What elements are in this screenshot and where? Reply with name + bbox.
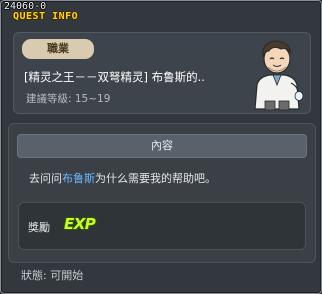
quest-name: [精灵之王－－双弩精灵] 布鲁斯的..: [24, 70, 205, 84]
window-title: QUEST INFO: [13, 11, 79, 22]
job-badge: 職業: [22, 39, 94, 59]
content-section-title: 內容: [17, 134, 307, 158]
reward-box: 獎勵 EXP: [18, 202, 306, 250]
quest-info-window: 24060-0 QUEST INFO 職業 [精灵之王－－双弩精灵] 布鲁斯的.…: [0, 0, 322, 294]
content-panel: 內容 去问问布鲁斯为什么需要我的帮助吧。 獎勵 EXP: [8, 123, 316, 263]
npc-name-link[interactable]: 布鲁斯: [62, 172, 95, 185]
reward-label: 獎勵: [28, 221, 50, 234]
quest-description: 去问问布鲁斯为什么需要我的帮助吧。: [29, 170, 216, 186]
recommended-level: 建議等級: 15~19: [26, 93, 111, 105]
exp-reward-icon[interactable]: EXP: [64, 215, 96, 233]
description-suffix: 为什么需要我的帮助吧。: [95, 172, 216, 185]
quest-header-panel: 職業 [精灵之王－－双弩精灵] 布鲁斯的.. 建議等級: 15~19: [13, 32, 311, 114]
quest-status: 狀態: 可開始: [21, 269, 84, 282]
description-prefix: 去问问: [29, 172, 62, 185]
npc-portrait-icon: [254, 40, 304, 111]
